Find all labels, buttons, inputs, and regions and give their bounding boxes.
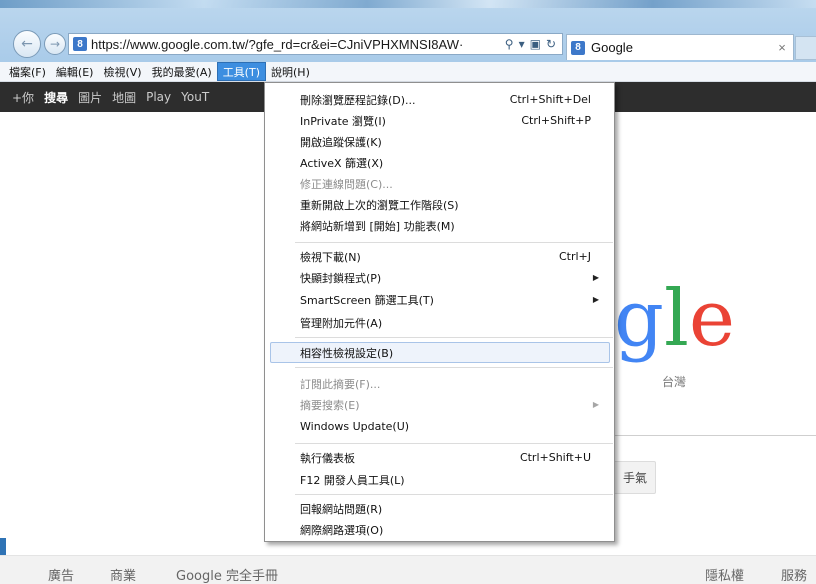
menu-separator — [295, 367, 613, 368]
menu-file[interactable]: 檔案(F) — [4, 62, 51, 82]
logo-region-label: 台灣 — [662, 375, 687, 389]
window-title-strip — [0, 0, 816, 8]
footer-ads-link[interactable]: 廣告 — [48, 565, 74, 584]
tab-title: Google — [591, 40, 633, 55]
footer-terms-link[interactable]: 服務 — [781, 565, 807, 584]
logo-letter-l: l — [663, 274, 689, 364]
menu-item-label: 重新開啟上次的瀏覽工作階段(S) — [300, 198, 459, 212]
gbar-images[interactable]: 圖片 — [78, 89, 102, 106]
gbar-plus-you[interactable]: +你 — [12, 89, 34, 106]
menu-item-internet-options[interactable]: 網際網路選項(O) — [266, 519, 613, 540]
menu-item-view-downloads[interactable]: 檢視下載(N) Ctrl+J — [266, 246, 613, 267]
menu-item-label: 管理附加元件(A) — [300, 316, 383, 330]
menu-item-label: 將網站新增到 [開始] 功能表(M) — [300, 219, 455, 233]
address-bar-icons: ⚲ ▾ ▣ ↻ — [499, 37, 562, 51]
gbar-search[interactable]: 搜尋 — [44, 89, 68, 106]
menu-item-windows-update[interactable]: Windows Update(U) — [266, 416, 613, 437]
submenu-arrow-icon: ▶ — [592, 273, 599, 282]
menu-item-report-website[interactable]: 回報網站問題(R) — [266, 498, 613, 519]
address-text[interactable]: https://www.google.com.tw/?gfe_rd=cr&ei=… — [91, 37, 499, 52]
feeling-lucky-label: 手氣 — [622, 471, 647, 485]
menu-tools[interactable]: 工具(T) — [216, 62, 266, 81]
menu-item-label: Windows Update(U) — [300, 420, 410, 433]
menu-item-label: 修正連線問題(C)... — [300, 177, 393, 191]
menu-item-activex-filtering[interactable]: ActiveX 篩選(X) — [266, 152, 613, 173]
menu-item-delete-history[interactable]: 刪除瀏覽歷程記錄(D)... Ctrl+Shift+Del — [266, 89, 613, 110]
page-footer: 廣告 商業 Google 完全手冊 隱私權 服務 — [0, 555, 816, 584]
forward-arrow-icon: → — [49, 37, 61, 51]
menu-item-inprivate[interactable]: InPrivate 瀏覽(I) Ctrl+Shift+P — [266, 110, 613, 131]
menu-separator — [295, 242, 613, 243]
menu-separator — [295, 494, 613, 495]
back-button[interactable]: ← — [13, 30, 41, 58]
menu-item-label: InPrivate 瀏覽(I) — [300, 114, 386, 128]
menu-item-label: 相容性檢視設定(B) — [300, 346, 394, 360]
menu-item-label: 開啟追蹤保護(K) — [300, 135, 382, 149]
menu-item-label: 訂閱此摘要(F)... — [300, 377, 381, 391]
menu-bar: 檔案(F) 編輯(E) 檢視(V) 我的最愛(A) 工具(T) 說明(H) — [0, 62, 816, 82]
menu-item-label: ActiveX 篩選(X) — [300, 156, 384, 170]
menu-separator — [295, 443, 613, 444]
lock-icon[interactable]: ▣ — [530, 37, 541, 51]
tab-google[interactable]: 8 Google × — [566, 34, 794, 60]
tab-favicon: 8 — [571, 40, 585, 55]
menu-separator — [295, 337, 613, 338]
menu-item-reopen-session[interactable]: 重新開啟上次的瀏覽工作階段(S) — [266, 194, 613, 215]
menu-item-shortcut: Ctrl+J — [558, 250, 591, 263]
menu-item-smartscreen[interactable]: SmartScreen 篩選工具(T) ▶ — [266, 289, 613, 310]
menu-item-shortcut: Ctrl+Shift+U — [519, 451, 591, 464]
menu-edit[interactable]: 編輯(E) — [51, 62, 99, 82]
tools-menu: 刪除瀏覽歷程記錄(D)... Ctrl+Shift+Del InPrivate … — [264, 82, 615, 542]
menu-item-shortcut: Ctrl+Shift+P — [521, 114, 591, 127]
menu-item-performance-dashboard[interactable]: 執行儀表板 Ctrl+Shift+U — [266, 447, 613, 468]
menu-item-label: SmartScreen 篩選工具(T) — [300, 293, 434, 307]
menu-favorites[interactable]: 我的最愛(A) — [147, 62, 217, 82]
gbar-youtube[interactable]: YouT — [181, 90, 209, 104]
menu-item-compatibility-view[interactable]: 相容性檢視設定(B) — [270, 342, 610, 363]
menu-item-add-to-start[interactable]: 將網站新增到 [開始] 功能表(M) — [266, 215, 613, 236]
menu-item-tracking-protection[interactable]: 開啟追蹤保護(K) — [266, 131, 613, 152]
google-logo: gle — [614, 280, 735, 358]
menu-item-label: 快顯封鎖程式(P) — [300, 271, 382, 285]
close-tab-icon[interactable]: × — [771, 40, 793, 55]
browser-chrome: ← → 8 https://www.google.com.tw/?gfe_rd=… — [0, 0, 816, 62]
forward-button[interactable]: → — [44, 33, 66, 55]
menu-item-label: 檢視下載(N) — [300, 250, 361, 264]
footer-privacy-link[interactable]: 隱私權 — [705, 565, 744, 584]
submenu-arrow-icon: ▶ — [592, 400, 599, 409]
footer-business-link[interactable]: 商業 — [110, 565, 136, 584]
menu-item-label: 刪除瀏覽歷程記錄(D)... — [300, 93, 416, 107]
dropdown-arrow-icon[interactable]: ▾ — [519, 37, 525, 51]
menu-item-shortcut: Ctrl+Shift+Del — [509, 93, 591, 106]
gbar-play[interactable]: Play — [146, 90, 171, 104]
menu-item-popup-blocker[interactable]: 快顯封鎖程式(P) ▶ — [266, 267, 613, 288]
menu-item-f12-devtools[interactable]: F12 開發人員工具(L) — [266, 469, 613, 490]
gbar-maps[interactable]: 地圖 — [112, 89, 136, 106]
site-favicon: 8 — [73, 37, 87, 51]
logo-letter-g: g — [614, 274, 664, 364]
menu-view[interactable]: 檢視(V) — [98, 62, 146, 82]
address-bar[interactable]: 8 https://www.google.com.tw/?gfe_rd=cr&e… — [68, 33, 563, 55]
menu-item-label: 摘要搜索(E) — [300, 398, 360, 412]
menu-item-label: 執行儀表板 — [300, 451, 355, 465]
search-icon[interactable]: ⚲ — [505, 37, 514, 51]
footer-about-link[interactable]: Google 完全手冊 — [176, 565, 278, 584]
logo-letter-e: e — [688, 274, 736, 364]
menu-item-feed-discovery: 摘要搜索(E) ▶ — [266, 394, 613, 415]
menu-item-manage-addons[interactable]: 管理附加元件(A) — [266, 312, 613, 333]
menu-item-fix-connection: 修正連線問題(C)... — [266, 173, 613, 194]
menu-item-label: 網際網路選項(O) — [300, 523, 384, 537]
new-tab-button[interactable] — [795, 36, 816, 60]
menu-item-label: F12 開發人員工具(L) — [300, 473, 405, 487]
menu-help[interactable]: 說明(H) — [266, 62, 315, 82]
submenu-arrow-icon: ▶ — [592, 295, 599, 304]
refresh-icon[interactable]: ↻ — [546, 37, 556, 51]
back-arrow-icon: ← — [21, 36, 33, 52]
menu-item-label: 回報網站問題(R) — [300, 502, 383, 516]
search-input[interactable] — [608, 435, 816, 436]
menu-item-subscribe-feed: 訂閱此摘要(F)... — [266, 373, 613, 394]
